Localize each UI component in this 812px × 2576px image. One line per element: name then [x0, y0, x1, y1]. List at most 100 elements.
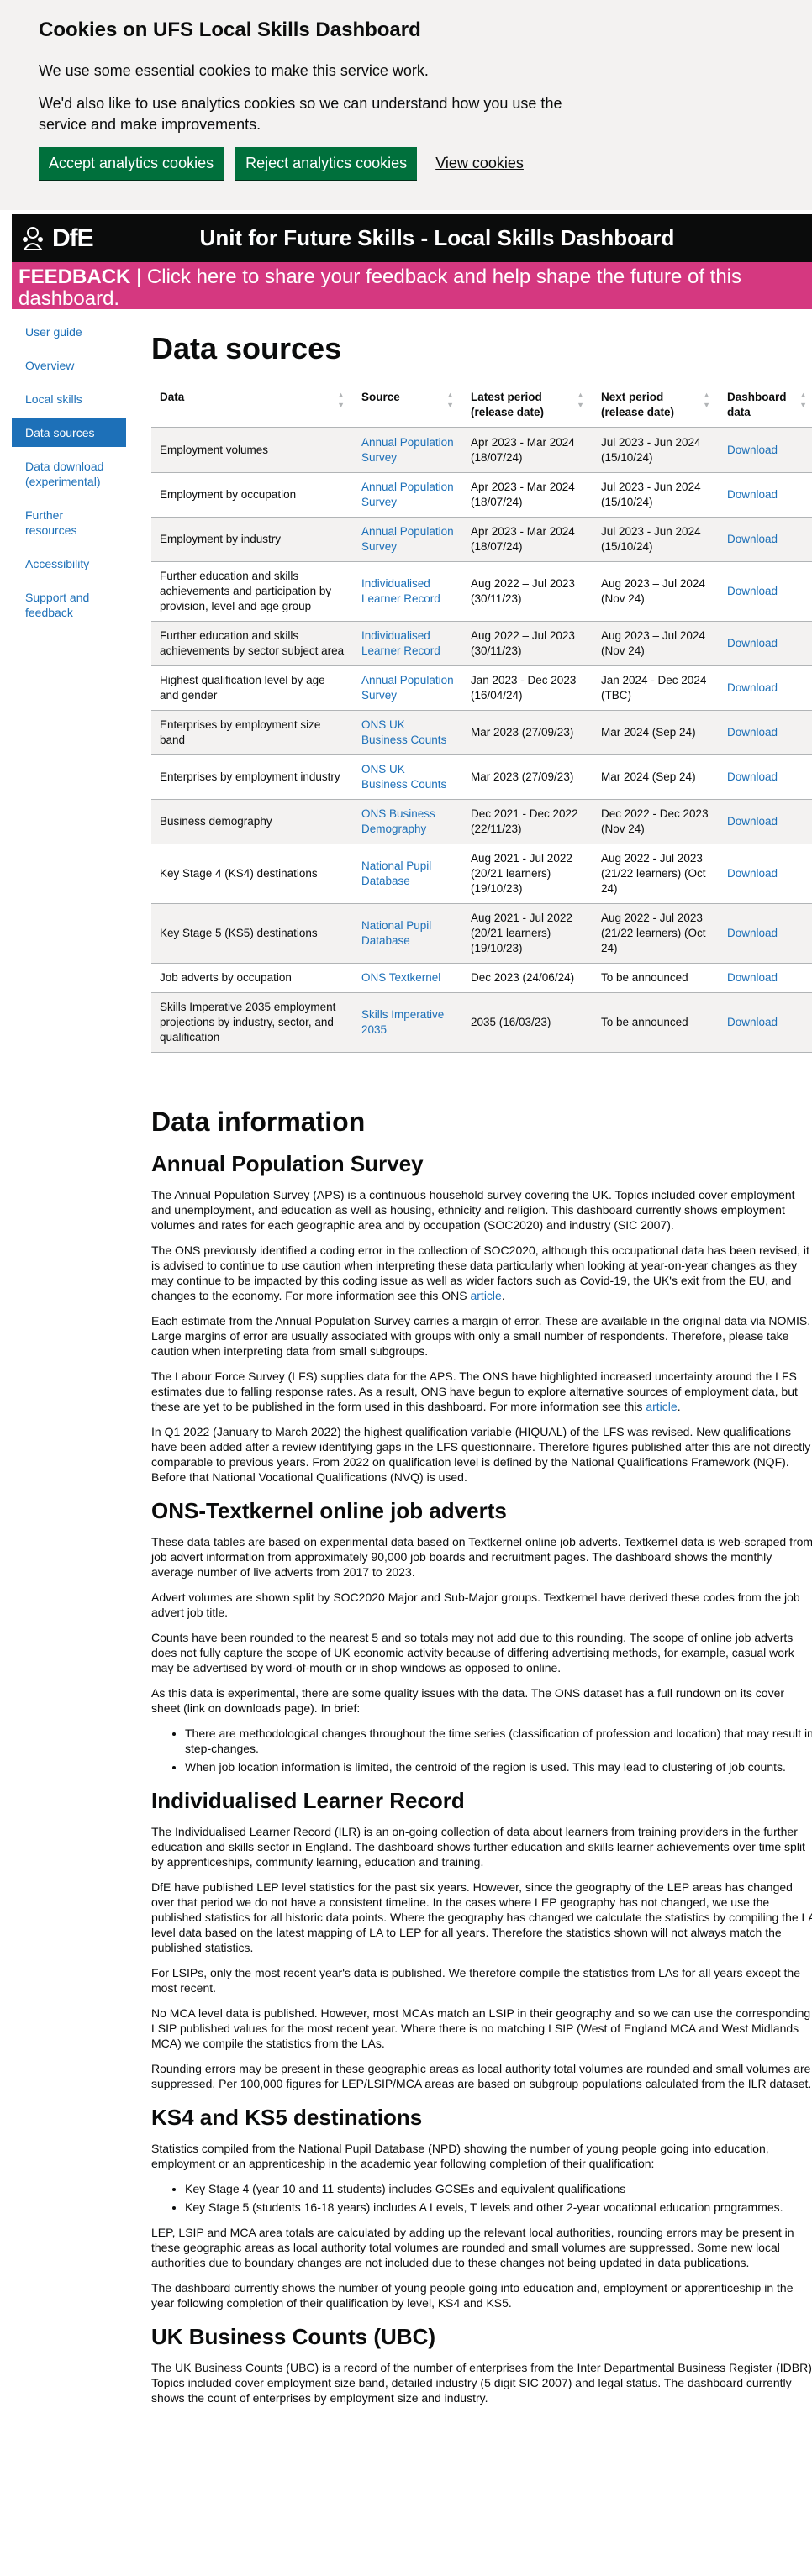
table-body: Employment volumes Annual Population Surv…: [151, 428, 812, 1053]
ilr-paragraph: For LSIPs, only the most recent year's d…: [151, 1966, 800, 1995]
service-name[interactable]: Unit for Future Skills - Local Skills Da…: [138, 225, 812, 251]
download-cell: Download: [719, 665, 812, 711]
data-cell: Employment by occupation: [151, 472, 353, 518]
download-link[interactable]: Download: [727, 867, 778, 880]
aps-paragraph: The ONS previously identified a coding e…: [151, 1243, 809, 1302]
source-link[interactable]: ONS UK Business Counts: [361, 718, 446, 746]
download-link[interactable]: Download: [727, 444, 778, 456]
ilr-paragraph: No MCA level data is published. However,…: [151, 2006, 811, 2050]
source-link[interactable]: National Pupil Database: [361, 919, 431, 947]
download-cell: Download: [719, 903, 812, 964]
source-cell: Skills Imperative 2035: [353, 992, 462, 1053]
side-navigation: User guide Overview Local skills Data sourc…: [12, 318, 126, 632]
textkernel-heading: ONS-Textkernel online job adverts: [151, 1498, 507, 1523]
sidebar-item-accessibility[interactable]: Accessibility: [12, 549, 126, 578]
sidebar-item-data-sources[interactable]: Data sources: [12, 418, 126, 447]
next-period-cell: Aug 2022 - Jul 2023 (21/22 learners) (Oc…: [593, 844, 719, 904]
source-cell: Annual Population Survey: [353, 665, 462, 711]
download-link[interactable]: Download: [727, 770, 778, 783]
data-cell: Further education and skills achievement…: [151, 621, 353, 666]
ks-paragraph: Statistics compiled from the National Pu…: [151, 2142, 769, 2170]
next-period-cell: Jul 2023 - Jun 2024 (15/10/24): [593, 472, 719, 518]
table-row: Further education and skills achievement…: [151, 621, 812, 666]
download-link[interactable]: Download: [727, 927, 778, 939]
sidebar-item-data-download-experimental[interactable]: Data download (experimental): [12, 452, 126, 496]
sort-icon: ▲ ▼: [799, 391, 807, 409]
table-row: Enterprises by employment size band ONS U…: [151, 710, 812, 755]
list-item: When job location information is limited…: [185, 1759, 812, 1774]
data-cell: Skills Imperative 2035 employment projec…: [151, 992, 353, 1053]
accept-cookies-button[interactable]: Accept analytics cookies: [39, 147, 224, 180]
source-cell: ONS UK Business Counts: [353, 754, 462, 800]
download-link[interactable]: Download: [727, 681, 778, 694]
source-link[interactable]: ONS Business Demography: [361, 807, 435, 835]
lfs-article-link[interactable]: article: [646, 1400, 677, 1413]
sidebar-item-support-and-feedback[interactable]: Support and feedback: [12, 583, 126, 627]
source-link[interactable]: ONS UK Business Counts: [361, 763, 446, 791]
latest-period-cell: Mar 2023 (27/09/23): [462, 710, 593, 755]
data-cell: Employment by industry: [151, 517, 353, 562]
ons-article-link[interactable]: article: [470, 1289, 501, 1302]
ubc-heading: UK Business Counts (UBC): [151, 2324, 436, 2349]
source-cell: Annual Population Survey: [353, 428, 462, 473]
source-cell: Annual Population Survey: [353, 472, 462, 518]
reject-cookies-button[interactable]: Reject analytics cookies: [235, 147, 418, 180]
table-row: Employment by occupation Annual Populatio…: [151, 472, 812, 518]
ilr-heading: Individualised Learner Record: [151, 1788, 465, 1813]
table-row: Key Stage 5 (KS5) destinations National P…: [151, 903, 812, 964]
source-link[interactable]: National Pupil Database: [361, 860, 431, 887]
sort-icon: ▲ ▼: [446, 391, 454, 409]
download-link[interactable]: Download: [727, 815, 778, 828]
column-header-latest-period[interactable]: ▲ ▼ Latest period (release date): [462, 383, 593, 428]
download-cell: Download: [719, 710, 812, 755]
download-link[interactable]: Download: [727, 533, 778, 545]
dfe-logo[interactable]: DfE: [12, 224, 138, 253]
column-header-data[interactable]: ▲ ▼ Data: [151, 383, 353, 428]
source-cell: Annual Population Survey: [353, 517, 462, 562]
source-link[interactable]: Individualised Learner Record: [361, 577, 440, 605]
source-link[interactable]: Annual Population Survey: [361, 481, 454, 508]
download-cell: Download: [719, 428, 812, 473]
sidebar-item-local-skills[interactable]: Local skills: [12, 385, 126, 413]
table-row: Further education and skills achievement…: [151, 561, 812, 622]
source-link[interactable]: Annual Population Survey: [361, 525, 454, 553]
table-header-row: ▲ ▼ Data ▲ ▼ Source ▲ ▼ Latest period (release…: [151, 383, 812, 428]
source-link[interactable]: ONS Textkernel: [361, 971, 440, 984]
data-cell: Key Stage 5 (KS5) destinations: [151, 903, 353, 964]
download-cell: Download: [719, 963, 812, 993]
table-row: Job adverts by occupation ONS Textkernel D…: [151, 963, 812, 993]
table-row: Employment volumes Annual Population Surv…: [151, 428, 812, 473]
sort-icon: ▲ ▼: [577, 391, 584, 409]
data-cell: Business demography: [151, 799, 353, 844]
download-link[interactable]: Download: [727, 637, 778, 649]
download-link[interactable]: Download: [727, 971, 778, 984]
data-sources-table: ▲ ▼ Data ▲ ▼ Source ▲ ▼ Latest period (release…: [151, 383, 812, 1053]
column-header-source[interactable]: ▲ ▼ Source: [353, 383, 462, 428]
sidebar-item-overview[interactable]: Overview: [12, 351, 126, 380]
source-link[interactable]: Individualised Learner Record: [361, 629, 440, 657]
latest-period-cell: Aug 2022 – Jul 2023 (30/11/23): [462, 621, 593, 666]
source-cell: Individualised Learner Record: [353, 621, 462, 666]
download-link[interactable]: Download: [727, 1016, 778, 1028]
source-cell: ONS Business Demography: [353, 799, 462, 844]
list-item: Key Stage 5 (students 16-18 years) inclu…: [185, 2200, 812, 2215]
sort-icon: ▲ ▼: [703, 391, 710, 409]
source-cell: National Pupil Database: [353, 903, 462, 964]
download-link[interactable]: Download: [727, 585, 778, 597]
source-link[interactable]: Annual Population Survey: [361, 674, 454, 702]
sidebar-item-user-guide[interactable]: User guide: [12, 318, 126, 346]
download-link[interactable]: Download: [727, 726, 778, 739]
table-row: Key Stage 4 (KS4) destinations National P…: [151, 844, 812, 904]
feedback-banner[interactable]: FEEDBACK | Click here to share your feed…: [12, 262, 812, 310]
source-link[interactable]: Skills Imperative 2035: [361, 1008, 444, 1036]
download-link[interactable]: Download: [727, 488, 778, 501]
source-link[interactable]: Annual Population Survey: [361, 436, 454, 464]
sort-icon: ▲ ▼: [337, 391, 345, 409]
aps-heading: Annual Population Survey: [151, 1151, 424, 1176]
column-header-next-period[interactable]: ▲ ▼ Next period (release date): [593, 383, 719, 428]
column-header-dashboard-data[interactable]: ▲ ▼ Dashboard data: [719, 383, 812, 428]
next-period-cell: Jul 2023 - Jun 2024 (15/10/24): [593, 428, 719, 473]
view-cookies-link[interactable]: View cookies: [435, 155, 524, 172]
ks-list: Key Stage 4 (year 10 and 11 students) in…: [151, 2181, 812, 2215]
sidebar-item-further-resources[interactable]: Further resources: [12, 501, 126, 544]
